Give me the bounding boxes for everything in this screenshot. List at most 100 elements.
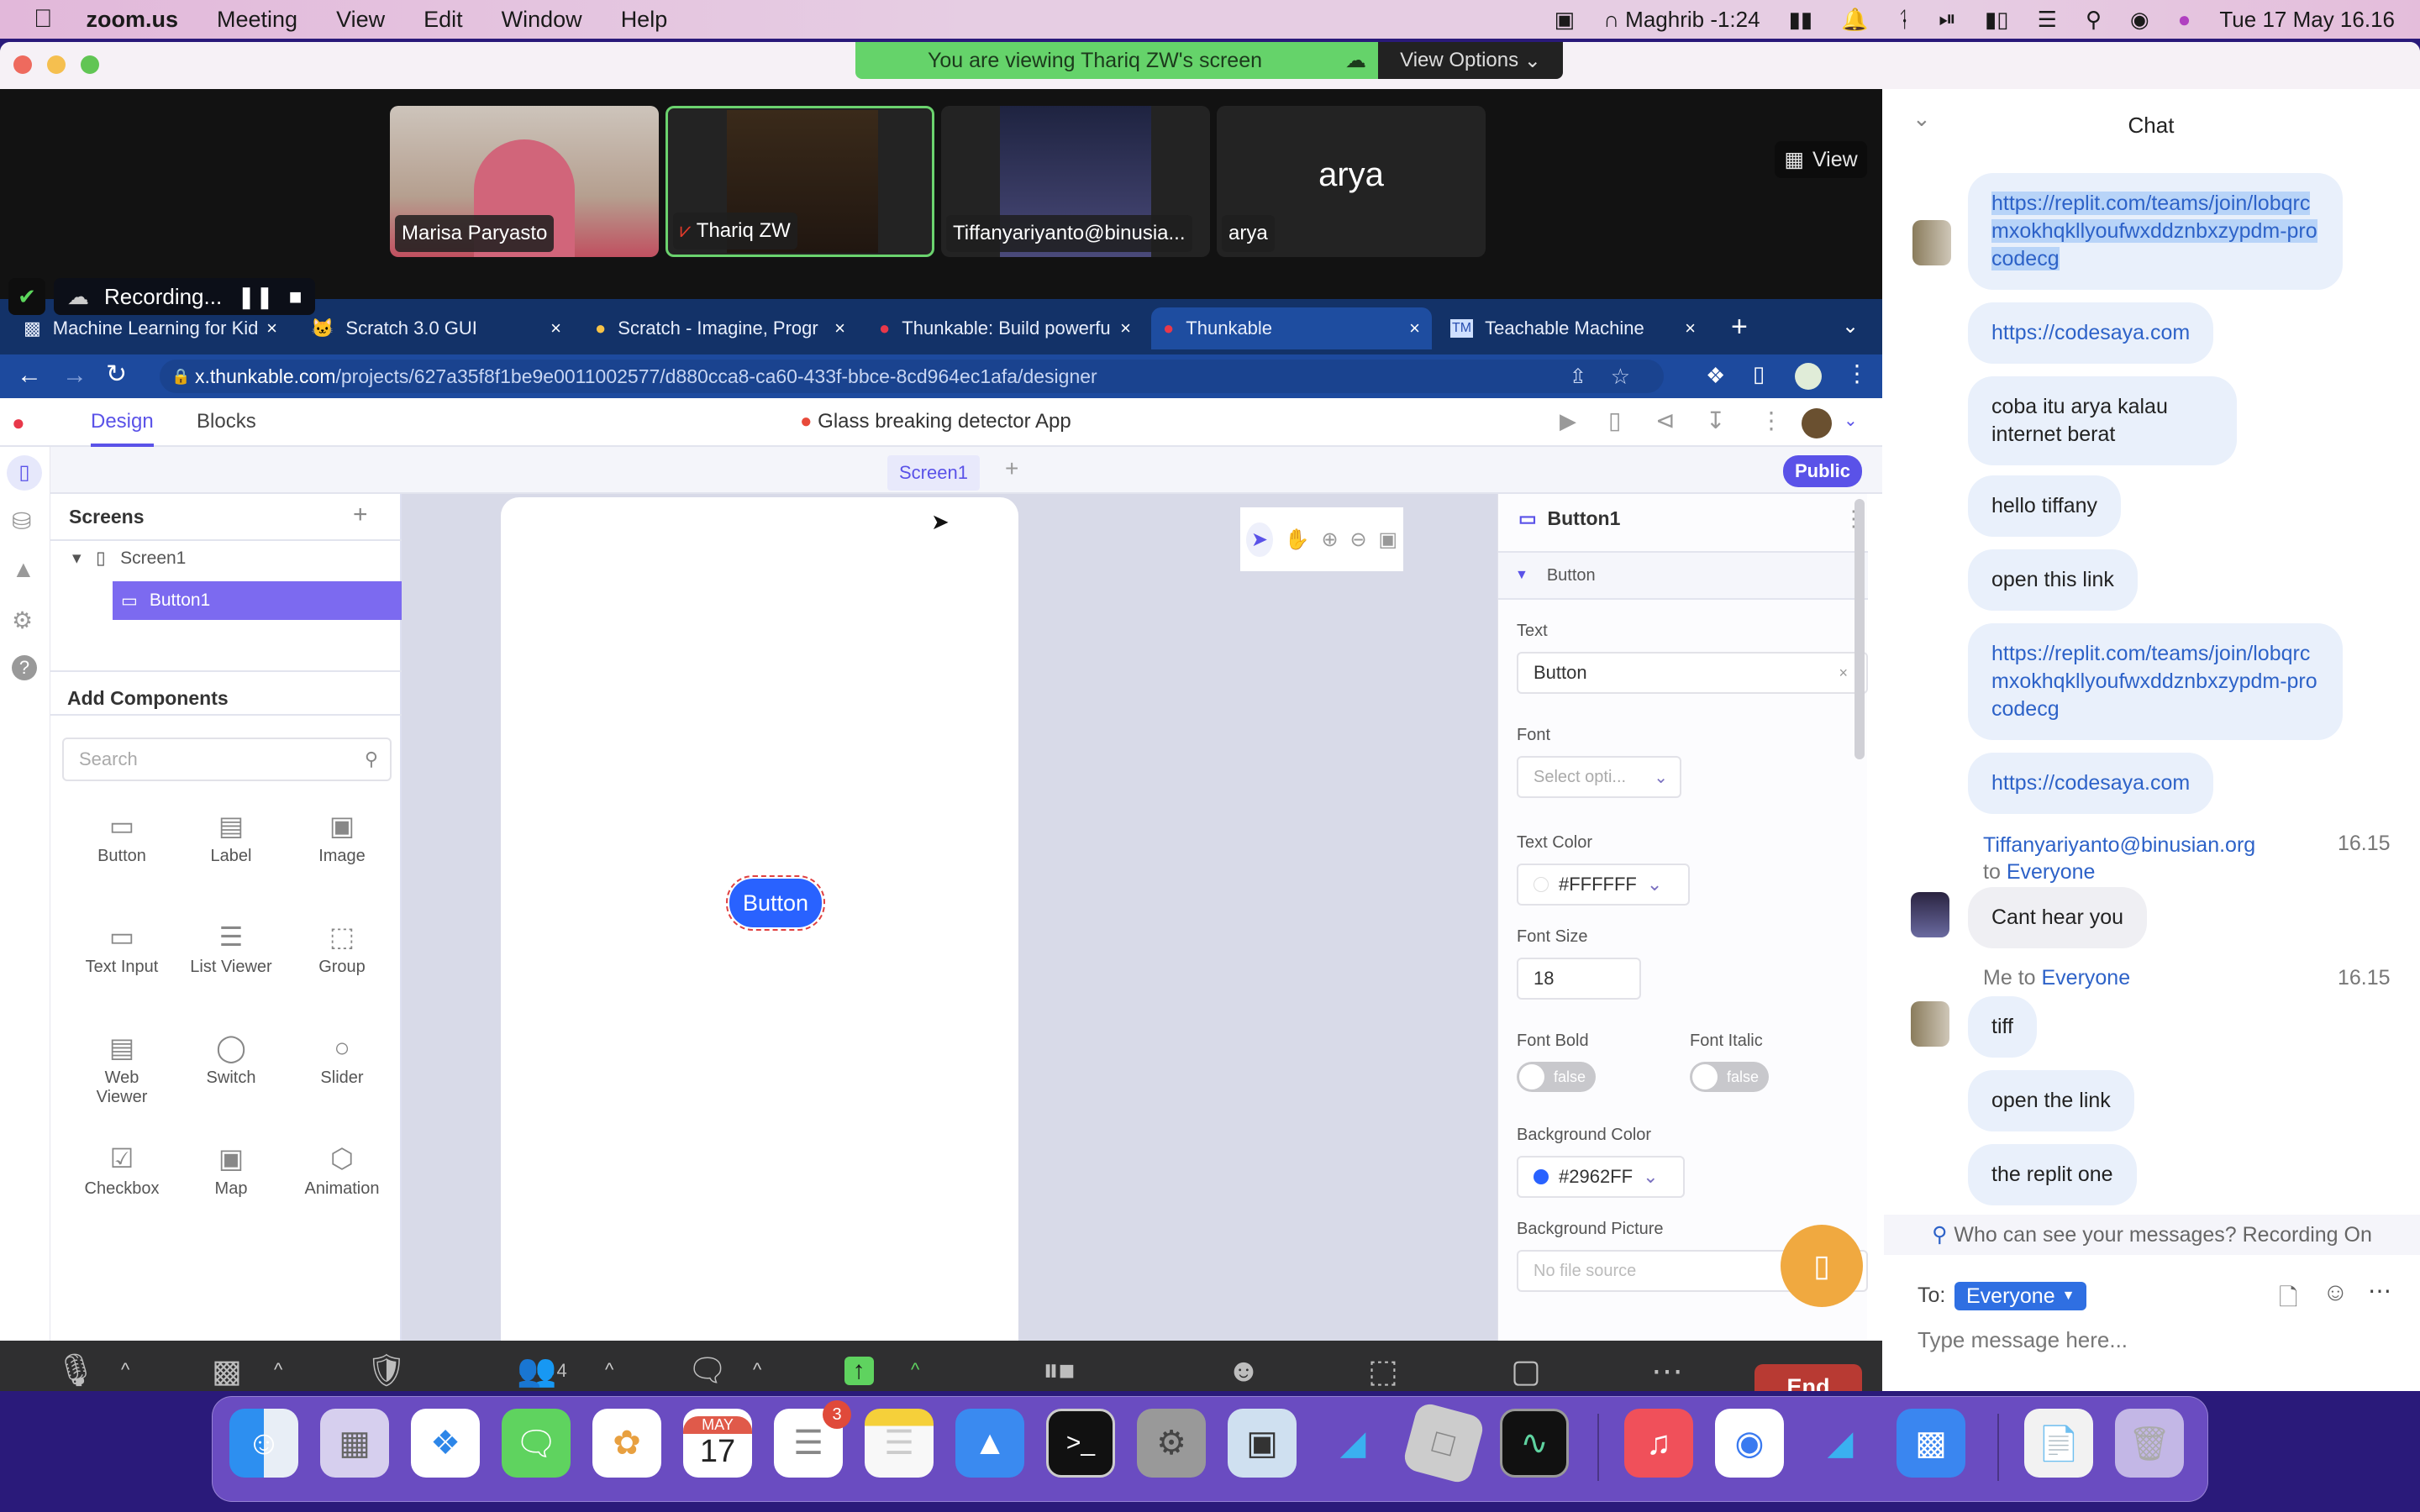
component-button[interactable]: ▭ Button [67, 805, 176, 866]
siri-icon[interactable]: ● [2178, 7, 2191, 33]
dock-trash[interactable]: 🗑 [2115, 1409, 2184, 1478]
pause-stop-recording-button[interactable]: ⏸⏹Pause/Stop Recording [950, 1349, 1168, 1391]
pan-hand-icon[interactable]: ✋ [1285, 528, 1310, 552]
user-menu-chevron-icon[interactable]: ⌄ [1844, 410, 1858, 431]
participants-caret-icon[interactable]: ^ [605, 1359, 613, 1381]
chat-recipient-select[interactable]: Everyone ▼ [1954, 1282, 2087, 1310]
screen-tab[interactable]: Screen1 [887, 455, 980, 491]
share-screen-caret-icon[interactable]: ^ [911, 1359, 919, 1381]
browser-menu-icon[interactable]: ⋮ [1845, 360, 1869, 387]
dock-photos[interactable]: ✿ [592, 1409, 661, 1478]
rail-screens-icon[interactable]: ▯ [7, 455, 42, 491]
menu-meeting[interactable]: Meeting [217, 7, 297, 33]
thunkable-logo[interactable]: ● [12, 410, 25, 436]
reload-button[interactable]: ↻ [106, 360, 127, 389]
chat-message-link[interactable]: https://replit.com/teams/join/lobqrcmxok… [1968, 173, 2343, 290]
pause-recording-button[interactable]: ❚❚ [237, 284, 274, 310]
add-screen-plus-button[interactable]: + [353, 501, 368, 529]
chat-message-input[interactable]: Type message here... [1918, 1327, 2388, 1362]
chat-message-link[interactable]: https://codesaya.com [1968, 753, 2214, 814]
stop-video-button[interactable]: ▩Stop Video [168, 1349, 286, 1391]
component-image[interactable]: ▣ Image [287, 805, 397, 866]
close-window-button[interactable] [13, 55, 32, 74]
zoom-in-icon[interactable]: ⊕ [1322, 528, 1339, 552]
gallery-view-button[interactable]: ▦ View [1775, 141, 1867, 178]
dock-safari[interactable]: ❖ [411, 1409, 480, 1478]
recipient-name[interactable]: Everyone [2042, 966, 2131, 990]
emoji-icon[interactable]: ☺ [2323, 1278, 2349, 1307]
component-label[interactable]: ▤ Label [176, 805, 286, 866]
fit-screen-icon[interactable]: ▣ [1378, 528, 1397, 552]
support-chat-bubble-button[interactable]: ▯ [1781, 1225, 1863, 1307]
participant-tile-active[interactable]: ⩗ Thariq ZW [666, 106, 934, 257]
dock-preview[interactable]: ▣ [1228, 1409, 1297, 1478]
background-color-select[interactable]: #2962FF ⌄ [1517, 1156, 1685, 1198]
wifi-icon[interactable]: ☰ [2038, 7, 2057, 33]
tree-item-screen[interactable]: ▾ ▯ Screen1 [72, 548, 186, 569]
chat-more-icon[interactable]: ⋯ [2368, 1277, 2391, 1305]
participant-tile[interactable]: Marisa Paryasto [390, 106, 659, 257]
properties-scrollbar[interactable] [1854, 499, 1865, 759]
reactions-button[interactable]: ☻Reactions [1193, 1349, 1294, 1391]
whiteboards-button[interactable]: ▢Whiteboards [1459, 1349, 1593, 1391]
share-screen-button[interactable]: ↑Share Screen [792, 1349, 926, 1391]
phone-preview[interactable]: Button [501, 497, 1018, 1351]
dock-finder[interactable]: ☺ [229, 1409, 298, 1478]
forward-button[interactable]: → [62, 361, 87, 390]
font-italic-toggle[interactable]: false [1690, 1062, 1769, 1092]
control-center-icon[interactable]: ◉ [2130, 7, 2149, 33]
dock-music[interactable]: ♫ [1624, 1409, 1693, 1478]
dock-system-preferences[interactable]: ⚙ [1137, 1409, 1206, 1478]
dock-roblox-studio-2[interactable]: ◢ [1806, 1409, 1875, 1478]
clear-text-icon[interactable]: × [1839, 664, 1848, 682]
browser-tab[interactable]: ● Scratch - Imagine, Progr × [583, 307, 857, 349]
chat-caret-icon[interactable]: ^ [753, 1359, 761, 1381]
live-test-device-icon[interactable]: ▯ [1608, 407, 1621, 434]
dock-keynote[interactable]: ▲ [955, 1409, 1024, 1478]
new-tab-button[interactable]: + [1731, 311, 1748, 344]
menu-edit[interactable]: Edit [424, 7, 463, 33]
clock[interactable]: Tue 17 May 16.16 [2219, 7, 2395, 33]
component-group[interactable]: ⬚ Group [287, 916, 397, 977]
section-header-button[interactable]: ▼ Button [1498, 551, 1868, 600]
battery-icon[interactable]: ▮▯ [1985, 7, 2009, 33]
component-list-viewer[interactable]: ☰ List Viewer [176, 916, 286, 977]
download-icon[interactable]: ↧ [1706, 407, 1725, 434]
back-button[interactable]: ← [17, 361, 42, 390]
bluetooth-icon[interactable]: ᛑ [1897, 7, 1911, 33]
sender-name[interactable]: Tiffanyariyanto@binusian.org [1983, 833, 2255, 857]
dock-roblox[interactable]: □ [1401, 1400, 1486, 1486]
tab-search-chevron-icon[interactable]: ⌄ [1842, 314, 1859, 339]
dock-notes[interactable]: ☰ [865, 1409, 934, 1478]
close-tab-icon[interactable]: × [266, 318, 277, 339]
chat-privacy-note[interactable]: ⚲ Who can see your messages? Recording On [1884, 1215, 2420, 1255]
component-slider[interactable]: ○ Slider [287, 1026, 397, 1088]
rail-data-icon[interactable]: ⛁ [12, 507, 31, 535]
browser-tab[interactable]: 🐱 Scratch 3.0 GUI × [299, 307, 573, 349]
spotlight-search-icon[interactable]: ⚲ [2086, 7, 2102, 33]
dock-roblox-studio[interactable]: ◢ [1318, 1409, 1387, 1478]
dock-zoom[interactable]: ▩ [1897, 1409, 1965, 1478]
audio-options-caret-icon[interactable]: ^ [121, 1359, 129, 1381]
minimize-window-button[interactable] [47, 55, 66, 74]
menu-window[interactable]: Window [502, 7, 582, 33]
share-page-icon[interactable]: ⇫ [1570, 365, 1586, 389]
menu-view[interactable]: View [336, 7, 385, 33]
zoom-status-icon[interactable]: ▣ [1555, 7, 1576, 33]
dock-messages[interactable]: 🗨 [502, 1409, 571, 1478]
browser-tab[interactable]: ● Thunkable: Build powerfu × [867, 307, 1143, 349]
component-text-input[interactable]: ▭ Text Input [67, 916, 176, 977]
play-preview-icon[interactable]: ▶ [1560, 408, 1576, 434]
mute-button[interactable]: 🎙Mute [34, 1349, 118, 1391]
chat-button[interactable]: 🗨Chat [672, 1349, 743, 1391]
chat-message-link[interactable]: https://codesaya.com [1968, 302, 2214, 364]
apple-menu-icon[interactable]:  [34, 5, 53, 34]
more-button[interactable]: ⋯More [1625, 1349, 1709, 1391]
browser-tab[interactable]: TM Teachable Machine × [1439, 307, 1707, 349]
participant-tile[interactable]: arya arya [1217, 106, 1486, 257]
profile-avatar[interactable] [1795, 363, 1822, 390]
close-tab-icon[interactable]: × [1120, 318, 1131, 339]
component-web-viewer[interactable]: ▤ Web Viewer [67, 1026, 176, 1107]
menu-help[interactable]: Help [621, 7, 668, 33]
close-tab-icon[interactable]: × [1409, 318, 1420, 339]
